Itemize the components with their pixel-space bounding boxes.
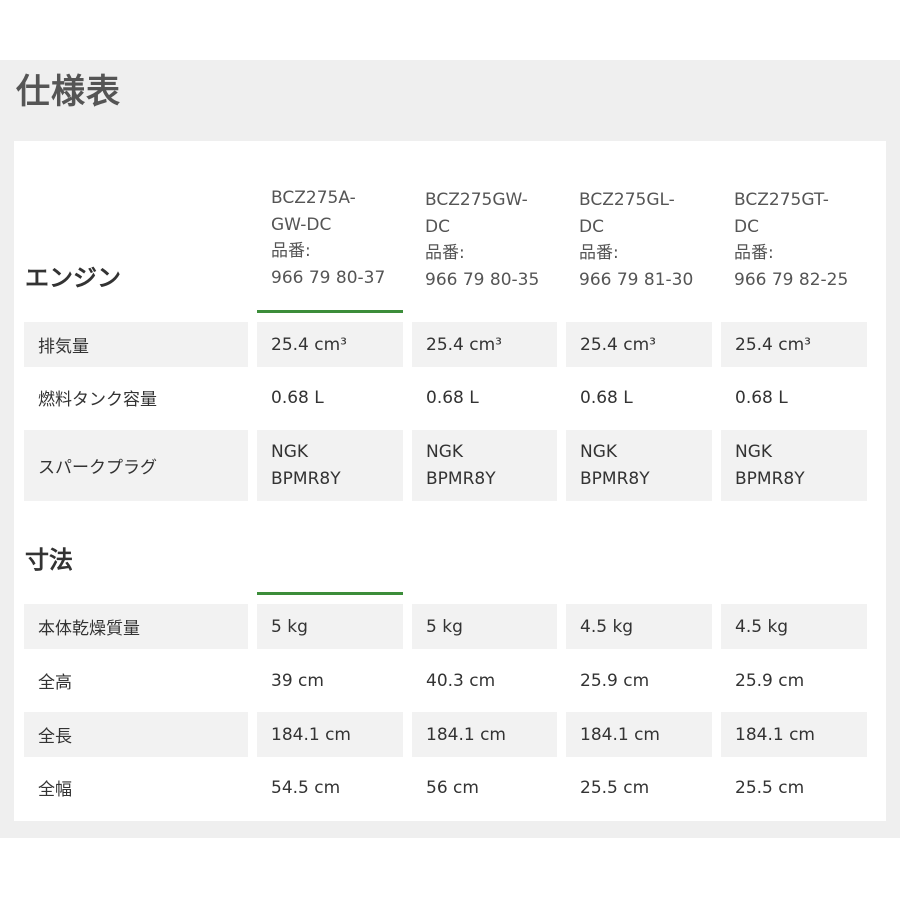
selected-column-indicator: [257, 592, 403, 595]
table-row-dry-weight: 本体乾燥質量 5 kg 5 kg 4.5 kg 4.5 kg: [24, 604, 867, 649]
column-header-4: BCZ275GT- DC 品番: 966 79 82-25: [734, 187, 880, 293]
table-cell: NGK BPMR8Y: [566, 430, 712, 501]
row-label: 全幅: [38, 780, 72, 800]
part-number: 966 79 80-37: [271, 267, 386, 288]
model-name: BCZ275GT- DC: [734, 190, 829, 237]
cell-text: NGK BPMR8Y: [426, 442, 496, 489]
table-cell: 0.68 L: [426, 387, 479, 408]
page-title: 仕様表: [16, 72, 121, 112]
part-number-label: 品番:: [271, 241, 311, 261]
table-row-spark-plug: スパークプラグ NGK BPMR8Y NGK BPMR8Y NGK BPMR8Y…: [24, 430, 867, 501]
table-cell: 25.9 cm: [580, 670, 650, 691]
column-header-1: BCZ275A- GW-DC 品番: 966 79 80-37: [271, 185, 417, 291]
table-cell: 25.4 cm³: [721, 322, 867, 367]
table-cell: 25.5 cm: [735, 777, 805, 798]
table-cell: 56 cm: [426, 777, 479, 798]
table-cell: 0.68 L: [580, 387, 633, 408]
table-cell: 25.9 cm: [735, 670, 805, 691]
part-number: 966 79 80-35: [425, 269, 540, 290]
table-cell: 0.68 L: [271, 387, 324, 408]
selected-column-indicator: [257, 310, 403, 313]
spec-table-card: BCZ275A- GW-DC 品番: 966 79 80-37 BCZ275GW…: [14, 141, 886, 821]
table-cell: 40.3 cm: [426, 670, 496, 691]
row-label: スパークプラグ: [24, 430, 248, 501]
table-row-length: 全長 184.1 cm 184.1 cm 184.1 cm 184.1 cm: [24, 712, 867, 757]
table-cell: 184.1 cm: [412, 712, 557, 757]
table-cell: 4.5 kg: [721, 604, 867, 649]
table-cell: 5 kg: [257, 604, 403, 649]
table-row-fuel-tank: 燃料タンク容量 0.68 L 0.68 L 0.68 L 0.68 L: [24, 375, 867, 420]
model-name: BCZ275GL- DC: [579, 190, 675, 237]
row-label: 本体乾燥質量: [24, 604, 248, 649]
row-label: 全長: [24, 712, 248, 757]
table-row-displacement: 排気量 25.4 cm³ 25.4 cm³ 25.4 cm³ 25.4 cm³: [24, 322, 867, 367]
table-cell: NGK BPMR8Y: [721, 430, 867, 501]
table-cell: 5 kg: [412, 604, 557, 649]
cell-text: NGK BPMR8Y: [580, 442, 650, 489]
section-title-engine: エンジン: [25, 264, 121, 292]
cell-text: NGK BPMR8Y: [271, 442, 341, 489]
row-label: 排気量: [24, 322, 248, 367]
table-cell: NGK BPMR8Y: [412, 430, 557, 501]
table-cell: 184.1 cm: [566, 712, 712, 757]
table-cell: 25.4 cm³: [566, 322, 712, 367]
part-number-label: 品番:: [734, 243, 774, 263]
table-cell: 184.1 cm: [257, 712, 403, 757]
table-cell: 4.5 kg: [566, 604, 712, 649]
part-number-label: 品番:: [579, 243, 619, 263]
part-number: 966 79 82-25: [734, 269, 849, 290]
column-header-2: BCZ275GW- DC 品番: 966 79 80-35: [425, 187, 571, 293]
model-name: BCZ275GW- DC: [425, 190, 528, 237]
part-number: 966 79 81-30: [579, 269, 694, 290]
column-header-3: BCZ275GL- DC 品番: 966 79 81-30: [579, 187, 725, 293]
section-title-dimensions: 寸法: [25, 546, 73, 574]
part-number-label: 品番:: [425, 243, 465, 263]
table-cell: 25.4 cm³: [412, 322, 557, 367]
table-cell: 184.1 cm: [721, 712, 867, 757]
model-name: BCZ275A- GW-DC: [271, 188, 356, 235]
row-label: 全高: [38, 673, 72, 693]
table-row-height: 全高 39 cm 40.3 cm 25.9 cm 25.9 cm: [24, 658, 867, 703]
table-cell: 39 cm: [271, 670, 324, 691]
table-cell: 25.4 cm³: [257, 322, 403, 367]
row-label: 燃料タンク容量: [38, 390, 157, 410]
table-cell: 0.68 L: [735, 387, 788, 408]
table-row-width: 全幅 54.5 cm 56 cm 25.5 cm 25.5 cm: [24, 765, 867, 810]
table-cell: 54.5 cm: [271, 777, 341, 798]
table-cell: 25.5 cm: [580, 777, 650, 798]
table-cell: NGK BPMR8Y: [257, 430, 403, 501]
cell-text: NGK BPMR8Y: [735, 442, 805, 489]
